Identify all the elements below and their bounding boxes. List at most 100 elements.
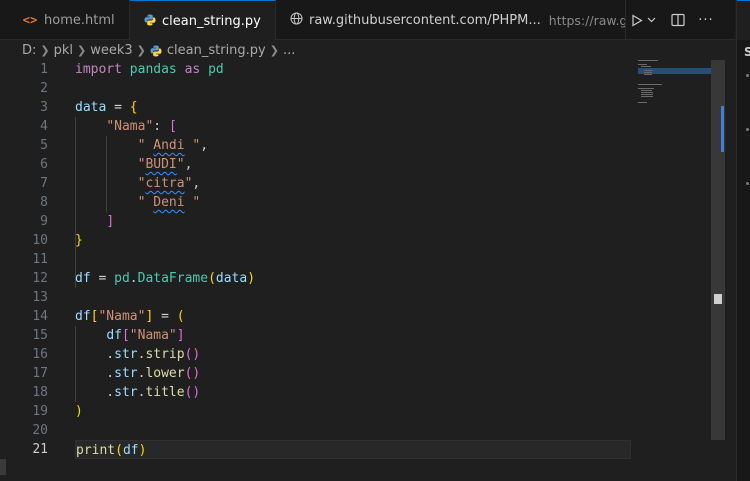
minimap-line <box>641 66 651 67</box>
split-editor-icon[interactable] <box>670 9 686 31</box>
more-actions-icon[interactable]: ··· <box>698 9 714 31</box>
python-icon <box>144 14 156 29</box>
breadcrumb-folder[interactable]: week3 <box>90 43 132 58</box>
line-number: 2 <box>40 81 48 96</box>
code-line[interactable]: "BUDI", <box>75 155 635 174</box>
line-number: 4 <box>40 119 48 134</box>
chevron-right-icon: ❯ <box>77 43 87 57</box>
minimap-line <box>641 90 652 91</box>
code-token: () <box>184 347 201 362</box>
code-token: ] <box>106 214 115 229</box>
code-line[interactable]: "citra", <box>75 174 635 193</box>
code-line[interactable]: " Deni " <box>75 193 635 212</box>
code-line[interactable]: " Andi ", <box>75 136 635 155</box>
code-line[interactable]: .str.title() <box>75 383 635 402</box>
line-number: 14 <box>32 309 48 324</box>
code-token: ] <box>176 328 185 343</box>
panel-title: S <box>744 45 750 59</box>
code-line[interactable] <box>75 79 635 98</box>
line-number: 6 <box>40 157 48 172</box>
line-number: 3 <box>40 100 48 115</box>
code-line[interactable] <box>75 288 635 307</box>
code-token: " <box>176 157 185 172</box>
code-editor[interactable]: 1 2 3 4 5 6 7 8 9 10 11 12 13 14 15 16 17 18 19 20 21 import… <box>0 60 735 481</box>
code-token: Andi <box>153 138 185 153</box>
tab-raw-github[interactable]: raw.githubusercontent.com/PHPM... https:… <box>276 0 626 40</box>
tab-label: home.html <box>44 12 115 28</box>
code-token: data <box>215 271 248 286</box>
line-number: 9 <box>40 214 48 229</box>
code-token: ( <box>208 271 216 286</box>
breadcrumb-drive[interactable]: D: <box>22 43 36 58</box>
code-token: = <box>90 271 115 286</box>
tab-clean-string-py[interactable]: clean_string.py <box>130 0 276 41</box>
code-token: ) <box>75 404 83 419</box>
code-token: df <box>75 271 91 286</box>
code-token: " <box>184 138 201 153</box>
tab-label: clean_string.py <box>162 13 261 29</box>
line-number: 15 <box>32 328 48 343</box>
code-line[interactable]: ] <box>75 212 635 231</box>
code-line[interactable]: } <box>75 231 635 250</box>
editor-actions: ··· <box>626 0 714 40</box>
breadcrumb-file[interactable]: clean_string.py <box>167 43 266 58</box>
editor-tab-bar: <> home.html clean_string.py raw.githubu… <box>0 0 735 41</box>
line-number-gutter: 1 2 3 4 5 6 7 8 9 10 11 12 13 14 15 16 17 18 19 20 21 <box>0 60 60 459</box>
line-number: 20 <box>32 423 48 438</box>
code-token: ( <box>176 309 185 324</box>
line-number: 17 <box>32 366 48 381</box>
code-token: Deni <box>153 195 185 210</box>
code-area[interactable]: import pandas as pd data = { "Nama": [ " … <box>75 60 635 459</box>
code-token: " <box>184 195 201 210</box>
vertical-scrollbar[interactable] <box>711 60 725 440</box>
code-line[interactable]: .str.strip() <box>75 345 635 364</box>
code-line[interactable]: df = pd.DataFrame(data) <box>75 269 635 288</box>
code-line[interactable]: df["Nama"] <box>75 326 635 345</box>
bullet-icon <box>746 128 749 131</box>
code-line[interactable]: ) <box>75 402 635 421</box>
minimap-line <box>638 84 662 85</box>
code-token: } <box>75 233 83 248</box>
code-line[interactable]: data = { <box>75 98 635 117</box>
code-token: df <box>122 443 139 458</box>
code-token: pd <box>208 62 224 77</box>
code-line[interactable]: "Nama": [ <box>75 117 635 136</box>
code-line[interactable] <box>75 421 635 440</box>
minimap-line <box>641 94 653 95</box>
chevron-right-icon: ❯ <box>40 43 50 57</box>
minimap-line <box>638 102 647 103</box>
panel-tab[interactable] <box>737 0 750 40</box>
minimap[interactable] <box>638 60 711 170</box>
breadcrumb-folder[interactable]: pkl <box>54 43 73 58</box>
code-token: = <box>106 100 130 115</box>
tab-home-html[interactable]: <> home.html <box>0 0 130 40</box>
code-line[interactable]: .str.lower() <box>75 364 635 383</box>
minimap-line <box>644 74 652 75</box>
minimap-line <box>638 88 654 89</box>
code-line[interactable]: import pandas as pd <box>75 60 635 79</box>
minimap-line <box>644 70 652 71</box>
code-token: str <box>114 366 138 381</box>
code-token: pandas <box>129 62 177 77</box>
code-line[interactable]: df["Nama"] = ( <box>75 307 635 326</box>
code-token: import <box>75 62 122 77</box>
horizontal-scrollbar[interactable] <box>0 459 6 475</box>
code-token: [ <box>168 119 177 134</box>
code-token: ) <box>138 443 147 458</box>
html-icon: <> <box>22 13 38 27</box>
code-token: citra <box>145 176 185 191</box>
code-token: () <box>184 385 201 400</box>
code-token: print <box>76 443 116 458</box>
code-token: data <box>75 100 107 115</box>
breadcrumb-symbols[interactable]: ... <box>283 43 295 58</box>
line-number: 11 <box>32 252 48 267</box>
code-line[interactable] <box>75 250 635 269</box>
code-line[interactable]: print(df) <box>75 440 631 459</box>
chevron-down-icon[interactable] <box>646 9 656 31</box>
run-icon[interactable] <box>630 9 644 31</box>
tab-label: raw.githubusercontent.com/PHPM... <box>309 12 541 28</box>
